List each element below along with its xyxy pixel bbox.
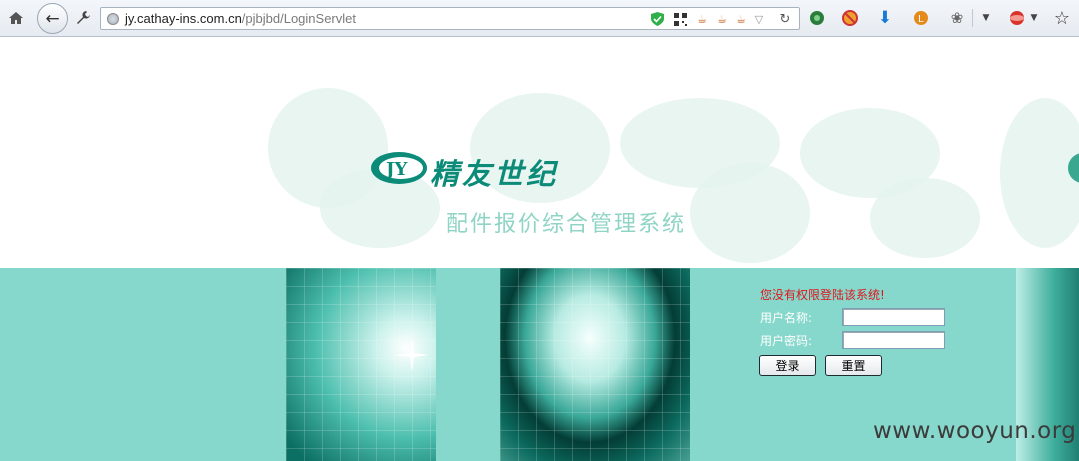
sparkle-icon xyxy=(395,338,429,372)
url-text[interactable]: jy.cathay-ins.com.cn/pjbjbd/LoginServlet xyxy=(125,11,356,26)
wrench-icon[interactable] xyxy=(72,7,94,29)
extension-green-icon[interactable] xyxy=(806,7,828,29)
bug-icon[interactable]: ❀ xyxy=(946,7,968,29)
home-icon[interactable] xyxy=(5,7,27,29)
watermark: www.wooyun.org xyxy=(873,418,1077,444)
system-title: 配件报价综合管理系统 xyxy=(446,212,687,237)
browser-toolbar: ← jy.cathay-ins.com.cn/pjbjbd/LoginServl… xyxy=(0,0,1079,37)
reset-button[interactable]: 重置 xyxy=(825,355,882,376)
java-icon[interactable]: ☕ xyxy=(694,11,710,27)
login-button[interactable]: 登录 xyxy=(759,355,816,376)
download-icon[interactable]: ⬇ xyxy=(874,7,896,29)
map-shape xyxy=(870,178,980,258)
java-icon[interactable]: ☕ xyxy=(733,11,749,27)
password-input[interactable] xyxy=(842,331,945,349)
dropdown-arrow-icon[interactable]: ▽ xyxy=(751,11,767,27)
block-icon[interactable] xyxy=(839,7,861,29)
permission-error-message: 您没有权限登陆该系统! xyxy=(760,288,885,302)
reload-icon[interactable]: ↻ xyxy=(777,11,793,27)
back-button[interactable]: ← xyxy=(37,3,68,34)
chevron-down-icon[interactable]: ▼ xyxy=(975,7,997,29)
company-name: 精友世纪 xyxy=(430,157,559,191)
address-bar[interactable]: jy.cathay-ins.com.cn/pjbjbd/LoginServlet… xyxy=(100,7,800,30)
globe-icon xyxy=(107,13,119,25)
back-arrow-icon: ← xyxy=(45,8,60,29)
shield-check-icon[interactable] xyxy=(649,11,665,27)
toolbar-separator xyxy=(972,9,973,27)
bookmark-star-icon[interactable]: ☆ xyxy=(1051,7,1073,29)
svg-text:L: L xyxy=(918,14,924,25)
qr-code-icon[interactable] xyxy=(672,11,688,27)
tech-eye-image xyxy=(500,268,690,461)
svg-text:JY: JY xyxy=(384,159,409,180)
header-banner: JY 精友世纪 配件报价综合管理系统 xyxy=(0,38,1079,268)
extension-orange-icon[interactable]: L xyxy=(910,7,932,29)
chevron-down-icon[interactable]: ▼ xyxy=(1023,7,1045,29)
map-shape xyxy=(690,163,810,263)
username-label: 用户名称: xyxy=(760,311,813,325)
username-input[interactable] xyxy=(842,308,945,326)
map-shape xyxy=(1000,98,1079,248)
company-logo: JY xyxy=(371,152,427,184)
password-label: 用户密码: xyxy=(760,334,813,348)
java-icon[interactable]: ☕ xyxy=(714,11,730,27)
grid-overlay xyxy=(500,268,690,461)
